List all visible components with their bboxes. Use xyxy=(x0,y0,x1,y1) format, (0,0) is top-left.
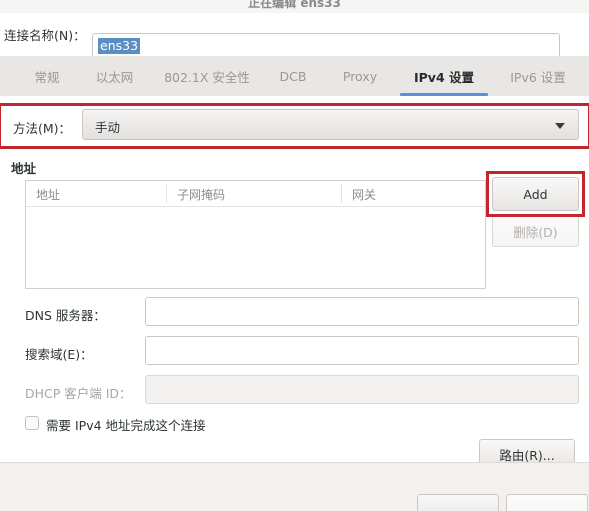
addresses-table[interactable]: 地址 子网掩码 网关 xyxy=(25,180,486,289)
column-divider xyxy=(166,184,167,203)
connection-name-label: 连接名称(N)： xyxy=(4,28,86,43)
tab-5[interactable]: IPv4 设置 xyxy=(396,56,492,96)
method-dropdown[interactable]: 手动 xyxy=(82,109,579,140)
tab-strip: 常规 以太网 802.1X 安全性 DCB Proxy IPv4 设置 IPv6 设置 xyxy=(0,56,589,97)
require-ipv4-label: 需要 IPv4 地址完成这个连接 xyxy=(46,418,206,433)
tab-3[interactable]: DCB xyxy=(262,56,324,96)
column-divider xyxy=(341,184,342,203)
edit-connection-dialog: 正在编辑 ens33 连接名称(N)： ens33 常规 以太网 802.1X 安全… xyxy=(0,0,589,511)
title-bar: 正在编辑 ens33 xyxy=(0,0,589,14)
search-domains-label: 搜索域(E)： xyxy=(25,347,93,362)
dialog-footer xyxy=(0,462,589,511)
dns-servers-label: DNS 服务器： xyxy=(25,308,106,323)
require-ipv4-checkbox[interactable] xyxy=(25,416,39,430)
window-title: 正在编辑 ens33 xyxy=(248,0,341,10)
method-label: 方法(M)： xyxy=(13,121,72,136)
column-header-address: 地址 xyxy=(36,188,61,202)
search-domains-input[interactable] xyxy=(145,336,579,365)
dhcp-client-id-input[interactable] xyxy=(145,375,579,404)
tab-4[interactable]: Proxy xyxy=(324,56,396,96)
dns-servers-input[interactable] xyxy=(145,297,579,326)
chevron-down-icon xyxy=(555,123,565,129)
delete-address-button[interactable]: 删除(D) xyxy=(492,215,579,247)
add-address-button[interactable]: Add xyxy=(492,177,579,211)
cancel-button[interactable] xyxy=(417,494,499,511)
tab-2[interactable]: 802.1X 安全性 xyxy=(152,56,262,96)
column-header-netmask: 子网掩码 xyxy=(177,188,226,202)
dhcp-client-id-label: DHCP 客户端 ID： xyxy=(25,386,132,401)
column-header-gateway: 网关 xyxy=(352,188,377,202)
save-button[interactable] xyxy=(506,494,588,511)
connection-name-value: ens33 xyxy=(98,38,141,54)
connection-name-row: 连接名称(N)： ens33 xyxy=(0,13,589,59)
tab-0[interactable]: 常规 xyxy=(17,56,77,96)
tab-6[interactable]: IPv6 设置 xyxy=(492,56,584,96)
addresses-section-title: 地址 xyxy=(11,161,37,176)
addresses-table-header: 地址 子网掩码 网关 xyxy=(26,181,485,207)
tab-1[interactable]: 以太网 xyxy=(77,56,152,96)
method-value: 手动 xyxy=(95,120,121,135)
